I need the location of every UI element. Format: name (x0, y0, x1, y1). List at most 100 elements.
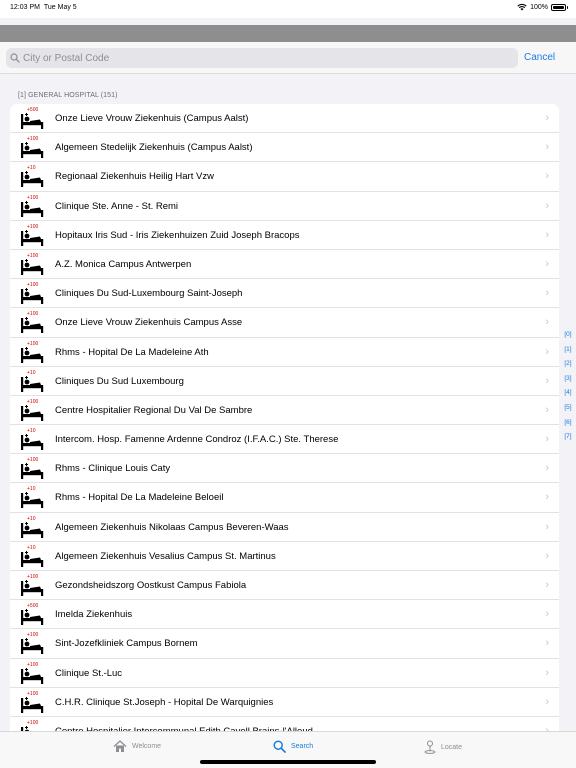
hospital-name: Algemeen Ziekenhuis Nikolaas Campus Beve… (55, 521, 289, 533)
hospital-icon-group: +100 (20, 662, 46, 686)
hospital-icon-group: +100 (20, 136, 46, 160)
chevron-right-icon: › (545, 462, 549, 475)
hospital-row[interactable]: +10 Algemeen Ziekenhuis Nikolaas Campus B… (10, 512, 559, 542)
chevron-right-icon: › (545, 374, 549, 387)
hospital-row[interactable]: +10 Rhms - Hopital De La Madeleine Beloei… (10, 483, 559, 513)
home-indicator (200, 760, 376, 764)
hospital-row[interactable]: +100 Clinique Ste. Anne - St. Remi › (10, 191, 559, 221)
search-field-container[interactable] (6, 48, 518, 68)
hospital-name: Sint-Jozefkliniek Campus Bornem (55, 638, 198, 650)
hospital-row[interactable]: +10 Intercom. Hosp. Famenne Ardenne Condr… (10, 425, 559, 455)
hospital-row[interactable]: +10 Cliniques Du Sud Luxembourg › (10, 366, 559, 396)
tab-welcome[interactable]: Welcome (113, 740, 161, 753)
hospital-name: A.Z. Monica Campus Antwerpen (55, 258, 192, 270)
hospital-row[interactable]: +100 Gezondsheidszorg Oostkust Campus Fab… (10, 571, 559, 601)
hospital-list: +500 Onze Lieve Vrouw Ziekenhuis (Campus … (10, 104, 559, 731)
hospital-name: Cliniques Du Sud Luxembourg (55, 375, 184, 387)
hospital-name: Clinique St.-Luc (55, 667, 123, 679)
hospital-row[interactable]: +100 A.Z. Monica Campus Antwerpen › (10, 249, 559, 280)
hospital-row[interactable]: +10 Algemeen Ziekenhuis Vesalius Campus S… (10, 541, 559, 571)
hospital-name: Algemeen Stedelijk Ziekenhuis (Campus Aa… (55, 142, 253, 154)
home-icon (113, 740, 127, 752)
hospital-bed-icon (21, 404, 44, 421)
section-index-item[interactable]: [1] (562, 346, 574, 361)
hospital-bed-icon (21, 317, 44, 334)
hospital-name: Regionaal Ziekenhuis Heilig Hart Vzw (55, 171, 214, 183)
hospital-row[interactable]: +100 Clinique St.-Luc › (10, 658, 559, 688)
hospital-icon-group: +10 (20, 516, 46, 540)
hospital-bed-icon (21, 609, 44, 626)
section-index-item[interactable]: [5] (562, 404, 574, 419)
section-index: [0] [1] [2] [3] [4] [5] [6] [7] (562, 331, 574, 448)
hospital-bed-icon (21, 113, 44, 129)
hospital-icon-group: +100 (20, 311, 46, 335)
hospital-name: Clinique Ste. Anne - St. Remi (55, 200, 179, 212)
hospital-row[interactable]: +100 Rhms - Clinique Louis Caty › (10, 454, 559, 484)
hospital-row[interactable]: +100 Centre Hospitalier Regional Du Val D… (10, 395, 559, 426)
tab-welcome-label: Welcome (132, 743, 162, 750)
chevron-right-icon: › (545, 608, 549, 621)
hospital-icon-group: +100 (20, 195, 46, 219)
hospital-row[interactable]: +100 Algemeen Stedelijk Ziekenhuis (Campu… (10, 133, 559, 163)
section-index-item[interactable]: [3] (562, 375, 574, 390)
hospital-bed-icon (21, 434, 44, 451)
hospital-row[interactable]: +100 Sint-Jozefkliniek Campus Bornem › (10, 629, 559, 659)
hospital-bed-icon (21, 580, 44, 596)
locate-pin-icon (424, 740, 436, 754)
chevron-right-icon: › (545, 170, 549, 183)
hospital-icon-group: +100 (20, 574, 46, 598)
hospital-name: Rhms - Hopital De La Madeleine Beloeil (55, 492, 224, 504)
hospital-icon-group: +100 (20, 691, 46, 715)
chevron-right-icon: › (545, 199, 549, 212)
chevron-right-icon: › (545, 549, 549, 562)
hospital-name: Intercom. Hosp. Famenne Ardenne Condroz … (55, 434, 339, 446)
hospital-name: Hopitaux Iris Sud - Iris Ziekenhuizen Zu… (55, 229, 300, 241)
hospital-row[interactable]: +500 Onze Lieve Vrouw Ziekenhuis (Campus … (10, 104, 559, 134)
hospital-bed-icon (21, 492, 44, 509)
hospital-row[interactable]: +100 Onze Lieve Vrouw Ziekenhuis Campus A… (10, 308, 559, 338)
hospital-bed-icon (21, 288, 44, 305)
hospital-row[interactable]: +100 Cliniques Du Sud-Luxembourg Saint-Jo… (10, 279, 559, 309)
chevron-right-icon: › (545, 287, 549, 300)
hospital-bed-icon (21, 229, 44, 246)
hospital-name: Imelda Ziekenhuis (55, 609, 133, 621)
section-index-item[interactable]: [0] (562, 331, 574, 346)
hospital-icon-group: +10 (20, 545, 46, 569)
hospital-icon-group: +100 (20, 457, 46, 481)
status-bar: 12:03 PM Tue May 5 100% (0, 0, 576, 18)
hospital-bed-icon (21, 200, 44, 217)
cancel-button[interactable]: Cancel (524, 52, 555, 63)
hospital-row[interactable]: +10 Regionaal Ziekenhuis Heilig Hart Vzw › (10, 162, 559, 192)
hospital-row[interactable]: +500 Imelda Ziekenhuis › (10, 600, 559, 630)
hospital-row[interactable]: +100 C.H.R. Clinique St.Joseph - Hopital … (10, 687, 559, 717)
status-time: 12:03 PM Tue May 5 (10, 4, 77, 11)
section-index-item[interactable]: [4] (562, 389, 574, 404)
hospital-icon-group: +100 (20, 282, 46, 306)
hospital-name: Gezondsheidszorg Oostkust Campus Fabiola (55, 580, 247, 591)
section-index-item[interactable]: [2] (562, 360, 574, 375)
chevron-right-icon: › (545, 579, 549, 591)
chevron-right-icon: › (545, 316, 549, 329)
navigation-bar-background (0, 25, 576, 42)
section-index-item[interactable]: [6] (562, 419, 574, 434)
tab-search[interactable]: Search (273, 740, 313, 753)
tab-locate-label: Locate (441, 743, 463, 751)
tab-locate[interactable]: Locate (424, 740, 462, 754)
hospital-bed-icon (21, 521, 44, 538)
tab-search-label: Search (291, 743, 314, 750)
hospital-row[interactable]: +100 Rhms - Hopital De La Madeleine Ath › (10, 337, 559, 367)
search-icon (273, 740, 286, 753)
hospital-name: Rhms - Clinique Louis Caty (55, 463, 171, 475)
hospital-name: Onze Lieve Vrouw Ziekenhuis Campus Asse (55, 317, 243, 329)
hospital-icon-group: +10 (20, 486, 46, 510)
hospital-row[interactable]: +100Centre Hospitalier Intercommunal Edi… (10, 716, 559, 731)
hospital-icon-group: +100 (20, 720, 46, 731)
chevron-right-icon: › (545, 141, 549, 154)
hospital-bed-icon (21, 142, 44, 159)
wifi-icon (517, 4, 527, 11)
battery-percent: 100% (530, 3, 548, 11)
search-input[interactable] (23, 52, 503, 64)
section-index-item[interactable]: [7] (562, 433, 574, 448)
hospital-row[interactable]: +100 Hopitaux Iris Sud - Iris Ziekenhuize… (10, 220, 559, 250)
hospital-icon-group: +10 (20, 165, 46, 189)
